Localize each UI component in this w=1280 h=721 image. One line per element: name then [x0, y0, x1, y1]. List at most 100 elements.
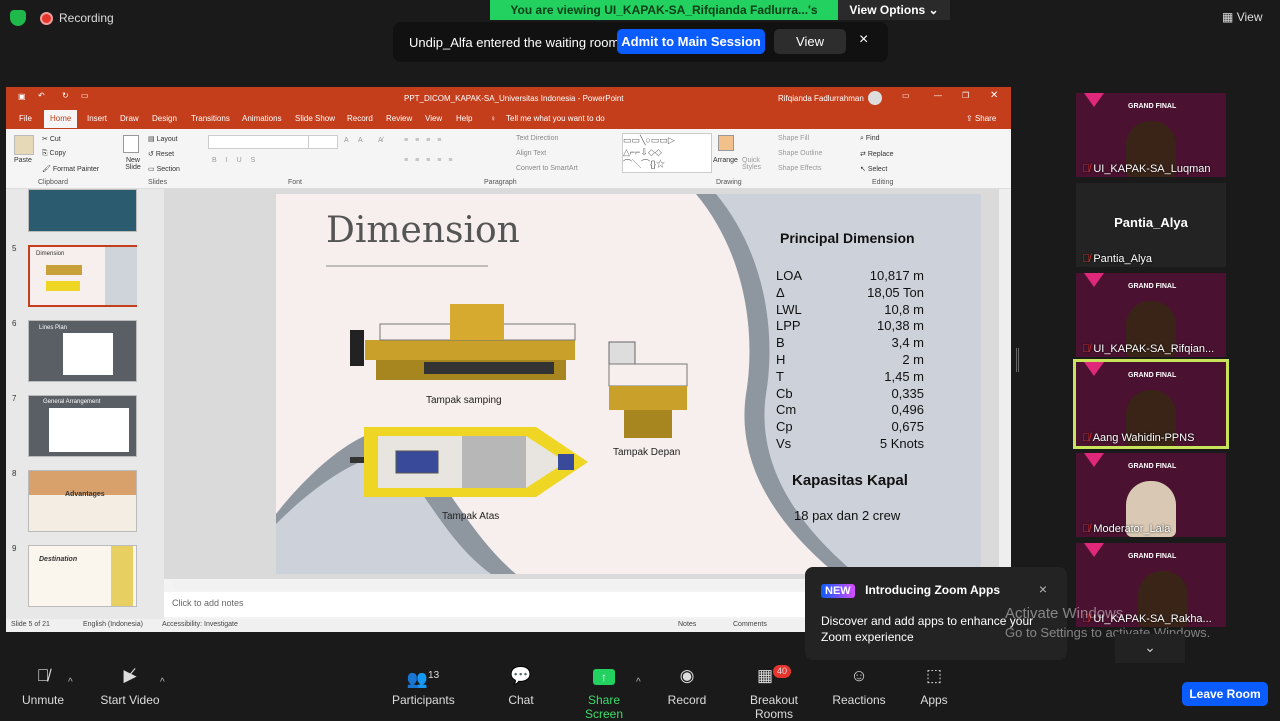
- quick-styles-button[interactable]: Quick Styles: [742, 157, 764, 171]
- share-button[interactable]: ⇪ Share: [966, 114, 996, 123]
- tab-record[interactable]: Record: [347, 114, 373, 123]
- minimize-icon[interactable]: —: [934, 91, 942, 100]
- participants-button[interactable]: 👥13 Participants: [392, 665, 455, 707]
- shape-fill-button[interactable]: Shape Fill: [778, 135, 809, 142]
- share-screen-button[interactable]: ↑ Share Screen: [570, 665, 638, 721]
- start-video-button[interactable]: ▶̸ Start Video: [100, 665, 160, 707]
- tell-me-search[interactable]: Tell me what you want to do: [506, 114, 605, 123]
- slide-thumbnail-9[interactable]: Destination: [28, 545, 137, 607]
- record-button[interactable]: ◉ Record: [666, 665, 708, 707]
- audio-options-chevron-icon[interactable]: ^: [68, 677, 73, 688]
- notification-view-button[interactable]: View: [774, 29, 846, 54]
- participant-tile[interactable]: GRAND FINAL 🎙̸ UI_KAPAK-SA_Luqman: [1076, 93, 1226, 177]
- select-button[interactable]: ↖ Select: [860, 165, 887, 173]
- paste-icon[interactable]: [14, 135, 34, 155]
- participant-tile[interactable]: Pantia_Alya 🎙̸ Pantia_Alya: [1076, 183, 1226, 267]
- tab-insert[interactable]: Insert: [87, 114, 107, 123]
- slide-thumbnail-6[interactable]: Lines Plan: [28, 320, 137, 382]
- tab-home[interactable]: Home: [44, 110, 78, 128]
- participant-tile[interactable]: GRAND FINAL 🎙̸ Aang Wahidin-PPNS: [1073, 359, 1229, 449]
- align-icons[interactable]: ≡≡≡≡≡: [404, 157, 459, 164]
- find-button[interactable]: ⌕ Find: [860, 135, 880, 143]
- slide-editor-canvas[interactable]: Dimension Tampak samping Tampak Depan Ta…: [164, 189, 999, 589]
- tab-animations[interactable]: Animations: [242, 114, 282, 123]
- replace-button[interactable]: ⇄ Replace: [860, 150, 894, 158]
- breakout-rooms-button[interactable]: ▦ 40 Breakout Rooms: [731, 665, 817, 721]
- slide-thumbnails-panel[interactable]: 5 Dimension 6 Lines Plan 7 General Arran…: [6, 189, 164, 619]
- arrange-button[interactable]: Arrange: [713, 157, 738, 164]
- save-icon[interactable]: ▣: [18, 92, 26, 101]
- chat-button[interactable]: 💬 Chat: [502, 665, 540, 707]
- slide-5[interactable]: Dimension Tampak samping Tampak Depan Ta…: [276, 194, 981, 574]
- comments-toggle[interactable]: Comments: [733, 621, 767, 628]
- view-options-button[interactable]: View Options ⌄: [838, 0, 950, 20]
- participant-tile[interactable]: GRAND FINAL 🎙̸ UI_KAPAK-SA_Rifqian...: [1076, 273, 1226, 357]
- participant-tile[interactable]: GRAND FINAL 🎙̸ Moderator_Lala: [1076, 453, 1226, 537]
- new-slide-button[interactable]: New Slide: [122, 157, 144, 171]
- close-icon[interactable]: ×: [859, 31, 868, 49]
- clear-format-icon[interactable]: A̸: [378, 137, 383, 144]
- grow-font-icon[interactable]: A: [344, 137, 349, 144]
- recording-indicator[interactable]: Recording: [40, 11, 114, 25]
- copy-button[interactable]: ⎘ Copy: [42, 150, 66, 158]
- tab-design[interactable]: Design: [152, 114, 177, 123]
- participant-name: 🎙̸ UI_KAPAK-SA_Rifqian...: [1082, 343, 1215, 355]
- new-slide-icon[interactable]: [123, 135, 139, 153]
- tab-review[interactable]: Review: [386, 114, 412, 123]
- panel-resize-handle[interactable]: [1016, 348, 1019, 372]
- view-button[interactable]: ▦ View: [1222, 10, 1262, 24]
- arrange-icon[interactable]: [718, 135, 734, 151]
- gallery-scroll-down-icon[interactable]: ⌄: [1115, 634, 1185, 664]
- shapes-gallery[interactable]: ▭▭╲○▭▭▷ △⌐⌐⇩◇◇ ⌒╲⌒{}☆: [622, 133, 712, 173]
- admit-button[interactable]: Admit to Main Session: [617, 29, 765, 54]
- font-format-icons[interactable]: BIUS: [212, 157, 264, 164]
- reactions-button[interactable]: ☺ Reactions: [832, 665, 886, 707]
- accessibility-indicator[interactable]: Accessibility: Investigate: [162, 621, 238, 628]
- slide-thumbnail-7[interactable]: General Arrangement: [28, 395, 137, 457]
- slide-thumbnail-5[interactable]: Dimension: [28, 245, 137, 307]
- tab-draw[interactable]: Draw: [120, 114, 139, 123]
- tab-view[interactable]: View: [425, 114, 442, 123]
- section-button[interactable]: ▭ Section: [148, 165, 180, 173]
- text-direction-button[interactable]: Text Direction: [516, 135, 558, 142]
- leave-room-button[interactable]: Leave Room: [1182, 682, 1268, 706]
- slide-thumbnail-8[interactable]: Advantages: [28, 470, 137, 532]
- font-name-select[interactable]: [208, 135, 310, 149]
- shape-outline-button[interactable]: Shape Outline: [778, 150, 822, 157]
- undo-icon[interactable]: ↶: [38, 91, 45, 100]
- tab-help[interactable]: Help: [456, 114, 472, 123]
- convert-smartart-button[interactable]: Convert to SmartArt: [516, 165, 578, 172]
- paste-button[interactable]: Paste: [14, 157, 32, 164]
- align-text-button[interactable]: Align Text: [516, 150, 546, 157]
- redo-icon[interactable]: ↻: [62, 91, 69, 100]
- tab-slide-show[interactable]: Slide Show: [295, 114, 335, 123]
- share-options-chevron-icon[interactable]: ^: [636, 677, 641, 688]
- tile-badge: GRAND FINAL: [1128, 372, 1177, 379]
- tab-transitions[interactable]: Transitions: [191, 114, 230, 123]
- security-shield-icon[interactable]: [10, 10, 26, 26]
- ribbon-display-icon[interactable]: ▭: [902, 91, 910, 100]
- tab-file[interactable]: File: [19, 114, 32, 123]
- close-window-icon[interactable]: ✕: [990, 90, 998, 101]
- layout-button[interactable]: ▤ Layout: [148, 135, 178, 143]
- avatar[interactable]: [868, 91, 882, 105]
- slide-thumbnail-4[interactable]: [28, 189, 137, 232]
- close-icon[interactable]: ×: [1039, 581, 1047, 597]
- notes-toggle[interactable]: Notes: [678, 621, 696, 628]
- thumb-number: 9: [12, 544, 17, 553]
- list-icons[interactable]: ≡≡≡≡: [404, 137, 448, 144]
- maximize-icon[interactable]: ❐: [962, 91, 969, 100]
- shrink-font-icon[interactable]: A: [358, 137, 363, 144]
- present-icon[interactable]: ▭: [81, 91, 89, 100]
- video-options-chevron-icon[interactable]: ^: [160, 677, 165, 688]
- vertical-scrollbar[interactable]: [999, 189, 1011, 579]
- format-painter-button[interactable]: 🖌 Format Painter: [42, 165, 99, 173]
- breakout-count-badge: 40: [773, 665, 792, 678]
- language-indicator[interactable]: English (Indonesia): [83, 621, 143, 628]
- shape-effects-button[interactable]: Shape Effects: [778, 165, 821, 172]
- unmute-button[interactable]: 🎙̸ Unmute: [18, 665, 68, 707]
- cut-button[interactable]: ✂ Cut: [42, 135, 61, 143]
- font-size-select[interactable]: [308, 135, 338, 149]
- apps-button[interactable]: ⬚ Apps: [916, 665, 952, 707]
- reset-button[interactable]: ↺ Reset: [148, 150, 174, 158]
